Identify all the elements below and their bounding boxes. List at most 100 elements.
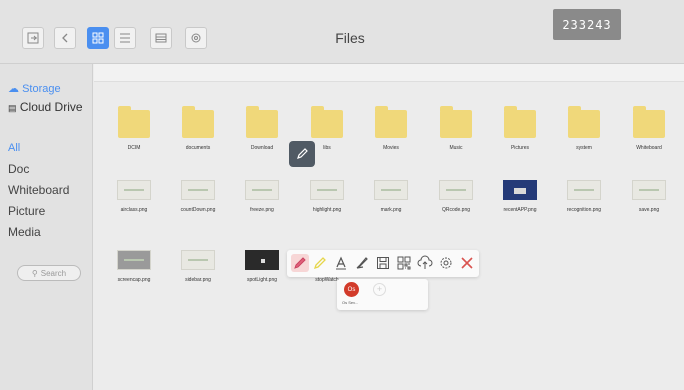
image-thumbnail	[245, 180, 279, 200]
cloud-drive-icon: ▤	[8, 103, 17, 113]
image-file-item[interactable]: recognition.png	[557, 180, 611, 213]
close-toolbar-button[interactable]	[458, 254, 476, 272]
image-file-item[interactable]: highlight.png	[300, 180, 354, 213]
sidebar-item-media[interactable]: Media	[8, 225, 41, 239]
folder-icon	[118, 106, 150, 138]
image-thumbnail	[117, 250, 151, 270]
file-grid: DCIM documents Download libs Movies Musi…	[94, 64, 684, 390]
folder-icon	[504, 106, 536, 138]
image-file-item[interactable]: countDown.png	[171, 180, 225, 213]
folder-icon	[311, 106, 343, 138]
sidebar-item-storage[interactable]: ☁ Storage	[8, 82, 61, 95]
folder-icon	[246, 106, 278, 138]
sidebar-item-cloud-drive[interactable]: ▤ Cloud Drive	[8, 100, 83, 114]
image-file-item[interactable]: spotLight.png	[235, 250, 289, 283]
list-view-button[interactable]	[114, 27, 136, 49]
save-tool-button[interactable]	[374, 254, 392, 272]
folder-item[interactable]: Whiteboard	[622, 106, 676, 151]
image-thumbnail	[181, 180, 215, 200]
search-icon: ⚲	[31, 268, 38, 278]
folder-item[interactable]: Music	[429, 106, 483, 151]
image-thumbnail	[117, 180, 151, 200]
image-file-item[interactable]: sidebar.png	[171, 250, 225, 283]
list-view-icon	[120, 33, 130, 43]
sidebar-item-all[interactable]: All	[8, 142, 20, 154]
image-thumbnail	[310, 180, 344, 200]
back-button[interactable]	[54, 27, 76, 49]
sidebar-item-label: Cloud Drive	[19, 100, 83, 114]
folder-icon	[182, 106, 214, 138]
add-user-button[interactable]: +	[373, 283, 386, 296]
qrcode-icon	[397, 256, 411, 270]
image-file-item[interactable]: mark.png	[364, 180, 418, 213]
file-name: countDown.png	[180, 207, 216, 213]
plus-icon: +	[376, 284, 383, 294]
file-name: Movies	[383, 145, 399, 151]
image-thumbnail	[245, 250, 279, 270]
annotation-pen-button[interactable]	[289, 141, 315, 167]
upload-tool-button[interactable]	[416, 254, 434, 272]
image-file-item[interactable]: QRcode.png	[429, 180, 483, 213]
image-file-item[interactable]: screencap.png	[107, 250, 161, 283]
file-name: recentAPP.png	[503, 207, 537, 213]
user-name: Os Sev...	[342, 300, 359, 305]
folder-item[interactable]: documents	[171, 106, 225, 151]
settings-tool-button[interactable]	[437, 254, 455, 272]
eraser-icon	[356, 257, 368, 269]
image-thumbnail	[374, 180, 408, 200]
avatar[interactable]: Os	[344, 282, 359, 297]
gear-icon	[191, 33, 201, 43]
sidebar-item-label: Storage	[22, 83, 61, 95]
grid-view-button[interactable]	[87, 27, 109, 49]
sidebar-item-picture[interactable]: Picture	[8, 204, 45, 218]
image-thumbnail	[632, 180, 666, 200]
settings-button[interactable]	[185, 27, 207, 49]
file-name: highlight.png	[312, 207, 342, 213]
upload-icon	[417, 255, 433, 269]
file-name: freeze.png	[250, 207, 274, 213]
file-name: screencap.png	[117, 277, 151, 283]
grid-view-icon	[92, 32, 104, 44]
file-name: mark.png	[380, 207, 402, 213]
image-thumbnail	[503, 180, 537, 200]
image-thumbnail	[567, 180, 601, 200]
search-label: Search	[40, 268, 67, 278]
annotation-toolbar	[287, 250, 479, 277]
highlighter-tool-button[interactable]	[311, 254, 329, 272]
highlighter-icon	[313, 257, 326, 270]
search-input[interactable]: ⚲ Search	[17, 265, 81, 281]
qrcode-tool-button[interactable]	[395, 254, 413, 272]
pen-icon	[297, 148, 308, 159]
image-file-item[interactable]: airclass.png	[107, 180, 161, 213]
sort-icon	[155, 33, 167, 43]
folder-item[interactable]: Pictures	[493, 106, 547, 151]
text-icon	[336, 256, 346, 270]
image-file-item[interactable]: freeze.png	[235, 180, 289, 213]
folder-icon	[440, 106, 472, 138]
storage-icon: ☁	[8, 83, 19, 95]
sidebar-item-whiteboard[interactable]: Whiteboard	[8, 183, 69, 197]
folder-item[interactable]: Movies	[364, 106, 418, 151]
folder-item[interactable]: Download	[235, 106, 289, 151]
image-file-item[interactable]: recentAPP.png	[493, 180, 547, 213]
folder-item[interactable]: DCIM	[107, 106, 161, 151]
text-tool-button[interactable]	[332, 254, 350, 272]
pen-tool-button[interactable]	[291, 254, 309, 272]
file-name: airclass.png	[120, 207, 148, 213]
sort-button[interactable]	[150, 27, 172, 49]
file-name: Pictures	[510, 145, 530, 151]
session-code-badge: 233243	[553, 9, 621, 40]
folder-icon	[633, 106, 665, 138]
image-file-item[interactable]: save.png	[622, 180, 676, 213]
exit-button[interactable]	[22, 27, 44, 49]
chevron-left-icon	[62, 33, 68, 43]
eraser-tool-button[interactable]	[353, 254, 371, 272]
folder-item[interactable]: system	[557, 106, 611, 151]
sidebar-item-doc[interactable]: Doc	[8, 162, 29, 176]
file-name: sidebar.png	[185, 277, 211, 283]
top-toolbar: Files 233243	[0, 0, 684, 64]
page-title: Files	[335, 30, 365, 46]
file-name: recognition.png	[566, 207, 602, 213]
file-name: system	[576, 145, 592, 151]
save-icon	[377, 257, 389, 269]
